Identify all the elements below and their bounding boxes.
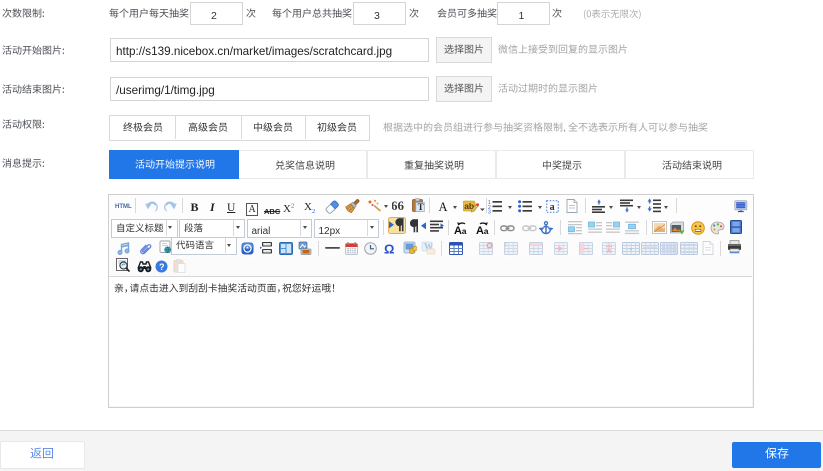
svg-text:A: A — [476, 225, 484, 235]
svg-text:a: a — [461, 226, 466, 235]
svg-text:a: a — [483, 226, 488, 235]
svg-text:A: A — [454, 225, 462, 235]
svg-text:a: a — [550, 202, 555, 213]
svg-text:3: 3 — [488, 209, 491, 214]
svg-text:?: ? — [159, 261, 165, 271]
svg-text:T: T — [418, 202, 424, 212]
svg-text:66: 66 — [392, 200, 405, 211]
svg-text:Ω: Ω — [384, 242, 394, 255]
svg-text:T: T — [504, 243, 508, 249]
